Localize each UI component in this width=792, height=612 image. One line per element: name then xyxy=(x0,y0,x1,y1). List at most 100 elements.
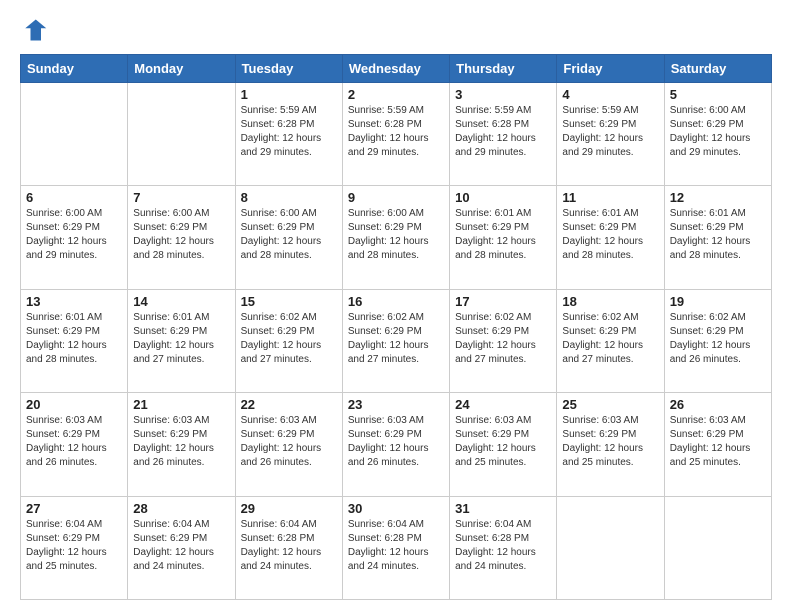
calendar-cell: 18 Sunrise: 6:02 AM Sunset: 6:29 PM Dayli… xyxy=(557,289,664,392)
day-info: Sunrise: 6:00 AM Sunset: 6:29 PM Dayligh… xyxy=(241,207,337,263)
day-number: 3 xyxy=(455,87,551,102)
calendar-cell: 20 Sunrise: 6:03 AM Sunset: 6:29 PM Dayli… xyxy=(21,393,128,496)
calendar-cell xyxy=(21,83,128,186)
day-number: 18 xyxy=(562,294,658,309)
day-info: Sunrise: 6:02 AM Sunset: 6:29 PM Dayligh… xyxy=(670,311,766,367)
day-info: Sunrise: 6:03 AM Sunset: 6:29 PM Dayligh… xyxy=(26,414,122,470)
calendar-cell: 10Sunrise: 6:01 AM Sunset: 6:29 PM Dayli… xyxy=(450,186,557,289)
day-info: Sunrise: 5:59 AM Sunset: 6:29 PM Dayligh… xyxy=(562,104,658,160)
day-info: Sunrise: 6:03 AM Sunset: 6:29 PM Dayligh… xyxy=(133,414,229,470)
day-info: Sunrise: 6:01 AM Sunset: 6:29 PM Dayligh… xyxy=(562,207,658,263)
calendar-day-header: Friday xyxy=(557,55,664,83)
calendar-cell: 26Sunrise: 6:03 AM Sunset: 6:29 PM Dayli… xyxy=(664,393,771,496)
calendar-cell: 27 Sunrise: 6:04 AM Sunset: 6:29 PM Dayli… xyxy=(21,496,128,599)
calendar-cell: 14 Sunrise: 6:01 AM Sunset: 6:29 PM Dayli… xyxy=(128,289,235,392)
day-number: 7 xyxy=(133,190,229,205)
day-number: 22 xyxy=(241,397,337,412)
calendar-cell: 31 Sunrise: 6:04 AM Sunset: 6:28 PM Dayli… xyxy=(450,496,557,599)
calendar-cell: 25 Sunrise: 6:03 AM Sunset: 6:29 PM Dayli… xyxy=(557,393,664,496)
calendar-cell xyxy=(664,496,771,599)
day-number: 15 xyxy=(241,294,337,309)
calendar-cell: 2 Sunrise: 5:59 AM Sunset: 6:28 PM Daylig… xyxy=(342,83,449,186)
day-number: 10 xyxy=(455,190,551,205)
calendar-cell: 28 Sunrise: 6:04 AM Sunset: 6:29 PM Dayli… xyxy=(128,496,235,599)
day-number: 24 xyxy=(455,397,551,412)
day-number: 11 xyxy=(562,190,658,205)
day-number: 25 xyxy=(562,397,658,412)
day-info: Sunrise: 6:00 AM Sunset: 6:29 PM Dayligh… xyxy=(670,104,766,160)
day-info: Sunrise: 6:01 AM Sunset: 6:29 PM Dayligh… xyxy=(670,207,766,263)
calendar-week-row: 27 Sunrise: 6:04 AM Sunset: 6:29 PM Dayli… xyxy=(21,496,772,599)
calendar-cell: 6 Sunrise: 6:00 AM Sunset: 6:29 PM Daylig… xyxy=(21,186,128,289)
calendar-week-row: 13 Sunrise: 6:01 AM Sunset: 6:29 PM Dayli… xyxy=(21,289,772,392)
day-info: Sunrise: 6:03 AM Sunset: 6:29 PM Dayligh… xyxy=(455,414,551,470)
calendar-cell: 13Sunrise: 6:01 AM Sunset: 6:29 PM Dayli… xyxy=(21,289,128,392)
day-number: 21 xyxy=(133,397,229,412)
calendar-cell: 16Sunrise: 6:02 AM Sunset: 6:29 PM Dayli… xyxy=(342,289,449,392)
day-number: 17 xyxy=(455,294,551,309)
day-info: Sunrise: 6:01 AM Sunset: 6:29 PM Dayligh… xyxy=(133,311,229,367)
day-info: Sunrise: 6:02 AM Sunset: 6:29 PM Dayligh… xyxy=(241,311,337,367)
calendar: SundayMondayTuesdayWednesdayThursdayFrid… xyxy=(20,54,772,600)
calendar-cell: 3Sunrise: 5:59 AM Sunset: 6:28 PM Daylig… xyxy=(450,83,557,186)
logo-icon xyxy=(20,16,48,44)
calendar-cell: 23Sunrise: 6:03 AM Sunset: 6:29 PM Dayli… xyxy=(342,393,449,496)
calendar-week-row: 6 Sunrise: 6:00 AM Sunset: 6:29 PM Daylig… xyxy=(21,186,772,289)
calendar-cell: 7 Sunrise: 6:00 AM Sunset: 6:29 PM Daylig… xyxy=(128,186,235,289)
day-number: 20 xyxy=(26,397,122,412)
day-number: 29 xyxy=(241,501,337,516)
calendar-day-header: Monday xyxy=(128,55,235,83)
day-info: Sunrise: 6:03 AM Sunset: 6:29 PM Dayligh… xyxy=(348,414,444,470)
day-number: 19 xyxy=(670,294,766,309)
page: SundayMondayTuesdayWednesdayThursdayFrid… xyxy=(0,0,792,612)
calendar-cell: 22Sunrise: 6:03 AM Sunset: 6:29 PM Dayli… xyxy=(235,393,342,496)
day-info: Sunrise: 6:04 AM Sunset: 6:28 PM Dayligh… xyxy=(455,518,551,574)
day-number: 28 xyxy=(133,501,229,516)
calendar-day-header: Sunday xyxy=(21,55,128,83)
day-info: Sunrise: 6:00 AM Sunset: 6:29 PM Dayligh… xyxy=(26,207,122,263)
calendar-cell: 9Sunrise: 6:00 AM Sunset: 6:29 PM Daylig… xyxy=(342,186,449,289)
day-number: 2 xyxy=(348,87,444,102)
day-info: Sunrise: 6:02 AM Sunset: 6:29 PM Dayligh… xyxy=(562,311,658,367)
day-number: 6 xyxy=(26,190,122,205)
day-number: 14 xyxy=(133,294,229,309)
day-info: Sunrise: 6:00 AM Sunset: 6:29 PM Dayligh… xyxy=(133,207,229,263)
calendar-cell: 1 Sunrise: 5:59 AM Sunset: 6:28 PM Daylig… xyxy=(235,83,342,186)
calendar-cell: 24 Sunrise: 6:03 AM Sunset: 6:29 PM Dayli… xyxy=(450,393,557,496)
day-number: 9 xyxy=(348,190,444,205)
day-info: Sunrise: 6:04 AM Sunset: 6:29 PM Dayligh… xyxy=(133,518,229,574)
day-info: Sunrise: 5:59 AM Sunset: 6:28 PM Dayligh… xyxy=(348,104,444,160)
calendar-cell: 8 Sunrise: 6:00 AM Sunset: 6:29 PM Daylig… xyxy=(235,186,342,289)
calendar-cell: 15 Sunrise: 6:02 AM Sunset: 6:29 PM Dayli… xyxy=(235,289,342,392)
day-info: Sunrise: 6:04 AM Sunset: 6:29 PM Dayligh… xyxy=(26,518,122,574)
calendar-cell: 17 Sunrise: 6:02 AM Sunset: 6:29 PM Dayli… xyxy=(450,289,557,392)
calendar-cell: 21 Sunrise: 6:03 AM Sunset: 6:29 PM Dayli… xyxy=(128,393,235,496)
calendar-week-row: 20 Sunrise: 6:03 AM Sunset: 6:29 PM Dayli… xyxy=(21,393,772,496)
calendar-day-header: Thursday xyxy=(450,55,557,83)
day-number: 16 xyxy=(348,294,444,309)
calendar-cell: 5Sunrise: 6:00 AM Sunset: 6:29 PM Daylig… xyxy=(664,83,771,186)
day-info: Sunrise: 6:03 AM Sunset: 6:29 PM Dayligh… xyxy=(562,414,658,470)
calendar-cell: 29 Sunrise: 6:04 AM Sunset: 6:28 PM Dayli… xyxy=(235,496,342,599)
calendar-cell: 19 Sunrise: 6:02 AM Sunset: 6:29 PM Dayli… xyxy=(664,289,771,392)
day-number: 8 xyxy=(241,190,337,205)
day-info: Sunrise: 6:04 AM Sunset: 6:28 PM Dayligh… xyxy=(241,518,337,574)
logo xyxy=(20,16,52,44)
day-number: 4 xyxy=(562,87,658,102)
day-info: Sunrise: 6:02 AM Sunset: 6:29 PM Dayligh… xyxy=(455,311,551,367)
day-number: 13 xyxy=(26,294,122,309)
calendar-cell: 12 Sunrise: 6:01 AM Sunset: 6:29 PM Dayli… xyxy=(664,186,771,289)
day-info: Sunrise: 5:59 AM Sunset: 6:28 PM Dayligh… xyxy=(241,104,337,160)
calendar-day-header: Saturday xyxy=(664,55,771,83)
calendar-day-header: Tuesday xyxy=(235,55,342,83)
calendar-cell: 30Sunrise: 6:04 AM Sunset: 6:28 PM Dayli… xyxy=(342,496,449,599)
header xyxy=(20,16,772,44)
day-number: 30 xyxy=(348,501,444,516)
calendar-header-row: SundayMondayTuesdayWednesdayThursdayFrid… xyxy=(21,55,772,83)
day-number: 1 xyxy=(241,87,337,102)
day-number: 12 xyxy=(670,190,766,205)
day-info: Sunrise: 6:03 AM Sunset: 6:29 PM Dayligh… xyxy=(670,414,766,470)
day-number: 27 xyxy=(26,501,122,516)
day-number: 31 xyxy=(455,501,551,516)
calendar-cell xyxy=(557,496,664,599)
